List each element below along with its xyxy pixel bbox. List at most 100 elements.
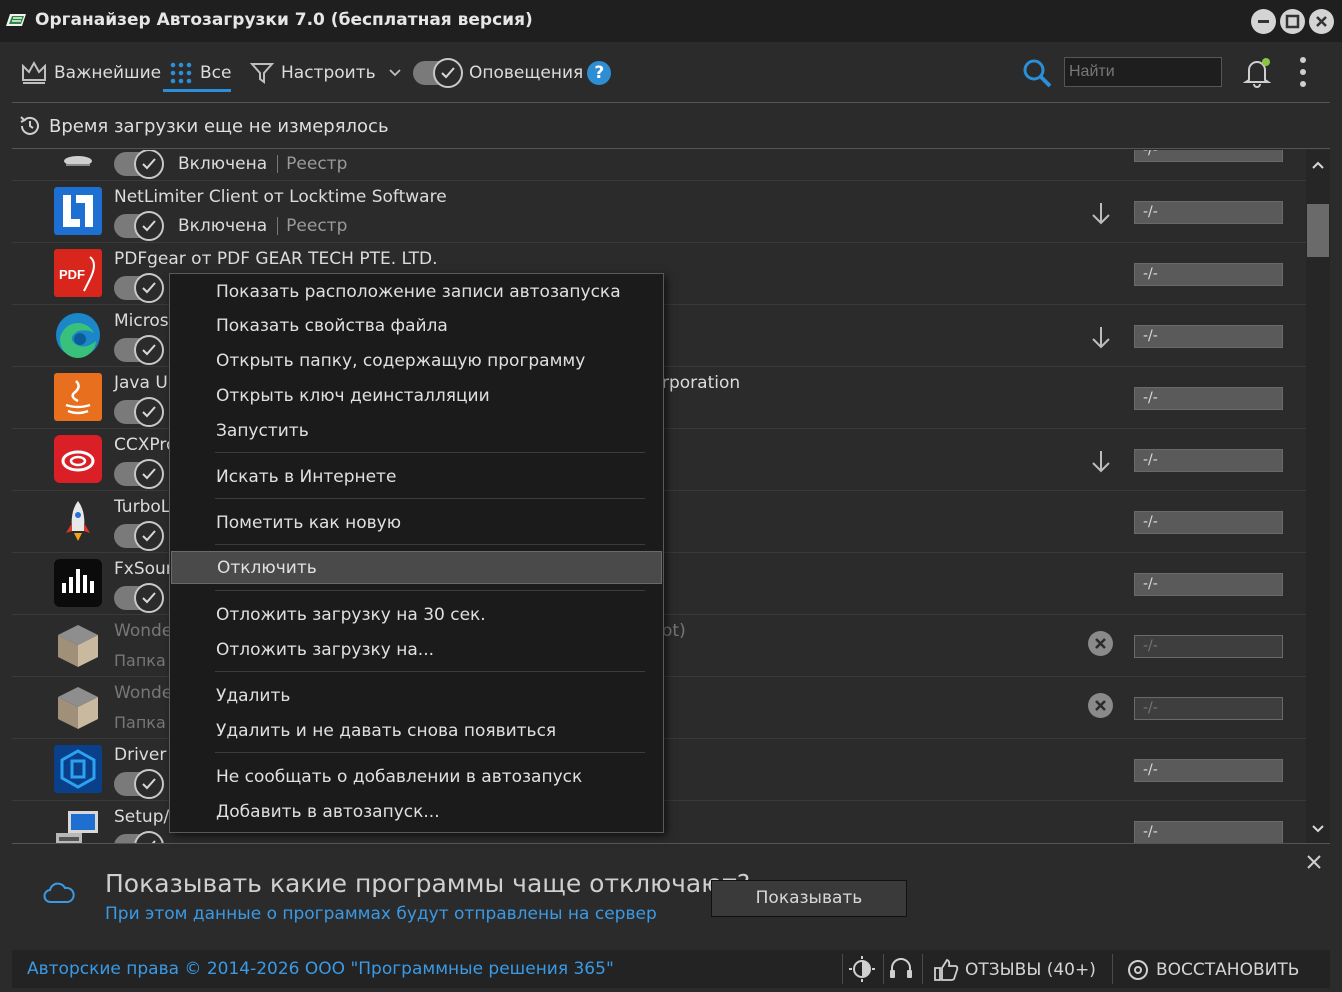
- maximize-button[interactable]: [1280, 9, 1305, 34]
- notice-title: Показывать какие программы чаще отключаю…: [105, 869, 751, 898]
- app-publisher: ot): [662, 621, 686, 641]
- boot-time-field: -/-: [1134, 263, 1283, 286]
- theme-toggle-icon[interactable]: [848, 956, 876, 982]
- scroll-up-icon[interactable]: [1310, 158, 1326, 172]
- arrow-down-icon[interactable]: [1090, 449, 1112, 475]
- scrollbar-thumb[interactable]: [1307, 204, 1329, 257]
- arrow-down-icon[interactable]: [1090, 325, 1112, 351]
- state-label: Включена: [178, 154, 268, 174]
- notifications-switch[interactable]: [413, 58, 463, 88]
- package-box-icon: [58, 687, 98, 729]
- menu-item-delete[interactable]: Удалить: [171, 680, 662, 713]
- enable-switch[interactable]: [114, 335, 164, 365]
- menu-item-file-properties[interactable]: Показать свойства файла: [171, 310, 662, 343]
- history-clock-icon: [20, 116, 39, 135]
- enable-switch[interactable]: [114, 831, 164, 843]
- menu-separator: [215, 544, 645, 545]
- minimize-button[interactable]: [1251, 9, 1276, 34]
- row-status: [114, 521, 170, 551]
- toggle-knob: [134, 583, 164, 613]
- search-input[interactable]: [1064, 57, 1222, 87]
- help-icon[interactable]: ?: [587, 61, 612, 85]
- close-icon: [1095, 638, 1106, 649]
- app-name: NetLimiter Client от Locktime Software: [114, 187, 447, 207]
- toggle-knob: [134, 459, 164, 489]
- enable-switch[interactable]: [114, 583, 164, 613]
- menu-item-show-location[interactable]: Показать расположение записи автозапуска: [171, 276, 662, 309]
- active-tab-indicator: [163, 89, 231, 92]
- menu-item-delete-block[interactable]: Удалить и не давать снова появиться: [171, 715, 662, 748]
- list-item[interactable]: Включена Реестр -/-: [12, 150, 1306, 181]
- more-vertical-icon[interactable]: [1292, 55, 1314, 89]
- reviews-button[interactable]: ОТЗЫВЫ (40+): [933, 958, 1096, 982]
- restore-label: ВОССТАНОВИТЬ: [1156, 960, 1300, 980]
- enable-switch[interactable]: [114, 769, 164, 799]
- title-bar: Органайзер Автозагрузки 7.0 (бесплатная …: [0, 0, 1342, 42]
- enable-switch[interactable]: [114, 397, 164, 427]
- source-label: Папка: [114, 713, 166, 732]
- source-label: Реестр: [277, 155, 347, 173]
- row-status: [114, 769, 170, 799]
- configure-dropdown[interactable]: Настроить: [249, 58, 406, 88]
- enable-switch[interactable]: [114, 150, 164, 179]
- toggle-knob: [433, 58, 463, 88]
- enable-switch[interactable]: [114, 211, 164, 241]
- toggle-knob: [134, 150, 164, 179]
- arrow-down-icon[interactable]: [1090, 201, 1112, 227]
- chevron-down-icon: [388, 69, 401, 77]
- window-title: Органайзер Автозагрузки 7.0 (бесплатная …: [35, 10, 533, 30]
- minimize-icon: [1258, 20, 1269, 23]
- row-status: [114, 397, 170, 427]
- menu-item-search-web[interactable]: Искать в Интернете: [171, 461, 662, 494]
- row-status: [114, 583, 170, 613]
- edge-icon: [56, 313, 100, 359]
- search-icon[interactable]: [1021, 57, 1053, 89]
- menu-item-run[interactable]: Запустить: [171, 415, 662, 448]
- check-icon: [142, 344, 156, 356]
- footer-divider: [842, 954, 843, 984]
- fxsound-icon: [54, 559, 102, 607]
- menu-item-add-startup[interactable]: Добавить в автозапуск...: [171, 796, 662, 829]
- menu-item-open-uninstall-key[interactable]: Открыть ключ деинсталляции: [171, 380, 662, 413]
- enable-switch[interactable]: [114, 273, 164, 303]
- maximize-icon: [1285, 14, 1300, 29]
- list-item[interactable]: NetLimiter Client от Locktime Software В…: [12, 181, 1306, 243]
- menu-item-dont-notify[interactable]: Не сообщать о добавлении в автозапуск: [171, 761, 662, 794]
- tab-important[interactable]: Важнейшие: [20, 58, 161, 88]
- remove-button[interactable]: [1088, 631, 1113, 656]
- scroll-down-icon[interactable]: [1310, 822, 1326, 836]
- enable-switch[interactable]: [114, 459, 164, 489]
- menu-separator: [215, 590, 645, 591]
- menu-item-mark-new[interactable]: Пометить как новую: [171, 507, 662, 540]
- status-divider: [12, 148, 1330, 149]
- status-footer: Авторские права © 2014-2026 ООО "Програм…: [12, 950, 1330, 988]
- tab-all[interactable]: Все: [168, 58, 231, 88]
- restore-button[interactable]: ВОССТАНОВИТЬ: [1126, 958, 1299, 982]
- check-icon: [142, 406, 156, 418]
- setup-computer-icon: [56, 811, 98, 843]
- app-name: CCXPro: [114, 435, 177, 455]
- close-button[interactable]: [1309, 9, 1334, 34]
- menu-item-delay-custom[interactable]: Отложить загрузку на...: [171, 634, 662, 667]
- copyright-link[interactable]: Авторские права © 2014-2026 ООО "Програм…: [27, 959, 614, 979]
- remove-button[interactable]: [1088, 693, 1113, 718]
- headset-support-icon[interactable]: [887, 956, 915, 982]
- bell-icon[interactable]: [1243, 56, 1273, 88]
- close-notice-icon[interactable]: [1306, 854, 1322, 870]
- toggle-knob: [134, 769, 164, 799]
- row-status: [114, 459, 170, 489]
- close-icon: [1316, 16, 1327, 27]
- show-button[interactable]: Показывать: [711, 880, 907, 917]
- notifications-toggle[interactable]: Оповещения ?: [413, 58, 612, 88]
- menu-item-disable[interactable]: Отключить: [171, 551, 662, 584]
- menu-item-open-folder[interactable]: Открыть папку, содержащую программу: [171, 345, 662, 378]
- footer-divider: [883, 954, 884, 984]
- restore-icon: [1128, 960, 1148, 980]
- enable-switch[interactable]: [114, 521, 164, 551]
- boot-time-field: -/-: [1134, 387, 1283, 410]
- row-status: [114, 335, 170, 365]
- boot-time-field: -/-: [1134, 449, 1283, 472]
- menu-item-delay-30[interactable]: Отложить загрузку на 30 сек.: [171, 599, 662, 632]
- package-box-icon: [58, 625, 98, 667]
- svg-text:PDF: PDF: [59, 267, 85, 282]
